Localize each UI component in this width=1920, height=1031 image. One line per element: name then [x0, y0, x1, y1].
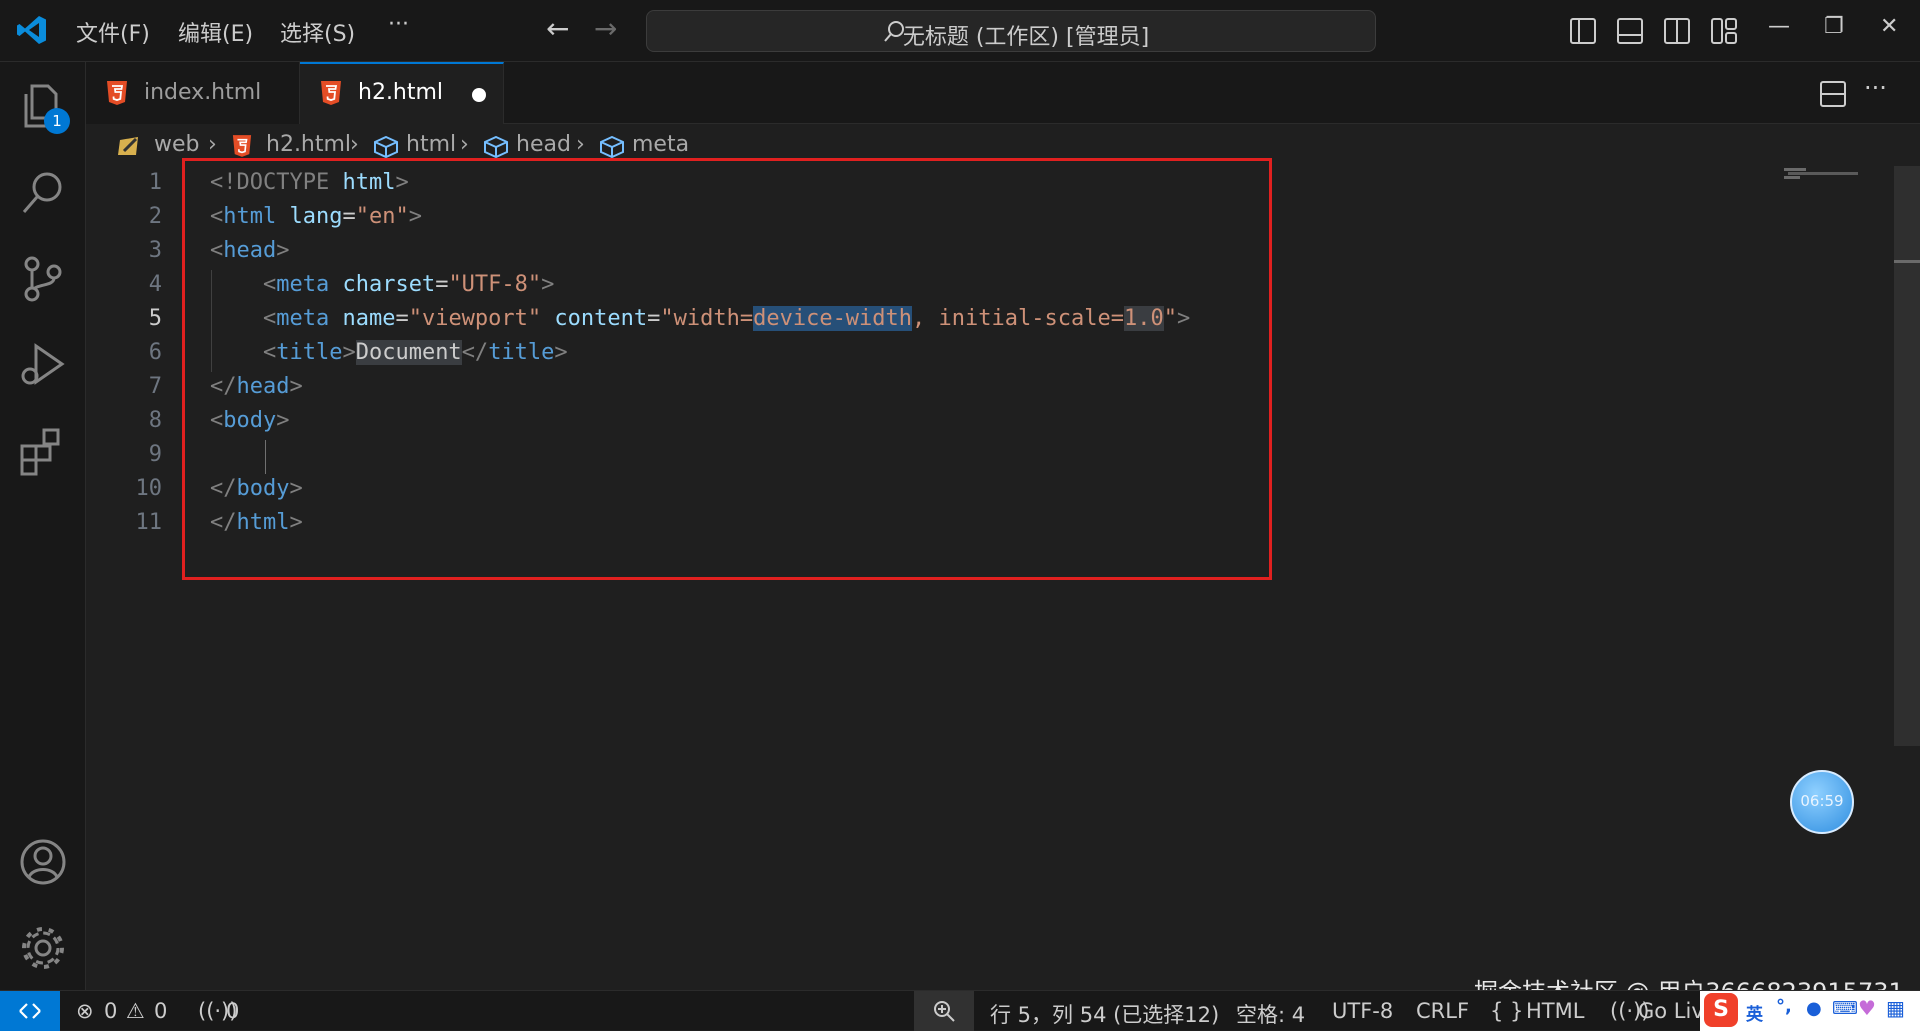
cursor-position[interactable]: 行 5，列 54 (已选择12) — [990, 999, 1219, 1029]
back-arrow-icon[interactable]: ← — [546, 12, 569, 45]
vertical-scrollbar[interactable] — [1894, 166, 1920, 746]
line-number: 4 — [148, 272, 162, 297]
source-control-icon[interactable] — [18, 254, 68, 304]
menu-selection[interactable]: 选择(S) — [280, 16, 355, 48]
extensions-icon[interactable] — [18, 426, 68, 476]
line-number-active: 5 — [148, 306, 162, 331]
sogou-icon: S — [1704, 993, 1738, 1027]
chevron-right-icon: › — [576, 132, 585, 157]
minimize-button[interactable]: — — [1768, 14, 1790, 39]
toggle-panel-icon[interactable] — [1617, 18, 1643, 44]
menu-edit[interactable]: 编辑(E) — [178, 16, 253, 48]
line-number: 7 — [148, 374, 162, 399]
chevron-right-icon: › — [350, 132, 359, 157]
tab-label: h2.html — [358, 80, 444, 105]
html5-icon — [232, 135, 252, 157]
forward-arrow-icon[interactable]: → — [594, 12, 617, 45]
restore-button[interactable]: ❐ — [1824, 14, 1844, 39]
error-icon[interactable]: ⊗ — [76, 999, 94, 1023]
ime-mode[interactable]: 英 — [1746, 1000, 1763, 1025]
warning-icon[interactable]: ⚠ — [126, 999, 145, 1023]
tab-index-html[interactable]: index.html — [86, 62, 300, 124]
close-button[interactable]: ✕ — [1880, 14, 1898, 39]
search-label: 无标题 (工作区) [管理员] — [902, 25, 1150, 50]
line-number: 3 — [148, 238, 162, 263]
timer-label: 06:59 — [1800, 792, 1844, 810]
title-bar: 文件(F) 编辑(E) 选择(S) ··· ← → 无标题 (工作区) [管理员… — [0, 0, 1920, 62]
annotation-red-box — [182, 158, 1272, 580]
line-number: 11 — [135, 510, 163, 535]
encoding[interactable]: UTF-8 — [1332, 999, 1393, 1023]
skin-icon[interactable]: ♥ — [1858, 996, 1876, 1020]
chevron-right-icon: › — [460, 132, 469, 157]
toolbox-icon[interactable]: ▦ — [1886, 996, 1905, 1020]
ports-count[interactable]: 0 — [226, 999, 239, 1023]
unsaved-dot-icon[interactable] — [472, 88, 486, 102]
line-ending[interactable]: CRLF — [1416, 999, 1469, 1023]
run-debug-icon[interactable] — [18, 340, 68, 390]
menu-more[interactable]: ··· — [388, 12, 409, 37]
html5-icon — [321, 81, 341, 105]
chevron-right-icon: › — [208, 132, 217, 157]
tab-label: index.html — [144, 80, 262, 105]
status-bar: ⊗ 0 ⚠ 0 ((·)) 0 行 5，列 54 (已选择12) 空格: 4 U… — [0, 990, 1920, 1031]
explorer-button[interactable]: 1 — [18, 82, 70, 134]
more-actions-icon[interactable]: ··· — [1864, 74, 1887, 102]
line-number: 1 — [148, 170, 162, 195]
breadcrumb-meta[interactable]: meta — [632, 132, 689, 157]
breadcrumb-head[interactable]: head — [516, 132, 571, 157]
zoom-icon — [934, 1001, 955, 1022]
language-mode[interactable]: HTML — [1526, 999, 1584, 1023]
html5-icon — [107, 81, 127, 105]
indentation[interactable]: 空格: 4 — [1236, 999, 1305, 1029]
punctuation-icon[interactable]: °, — [1776, 996, 1792, 1017]
tab-bar: index.html h2.html ··· — [86, 62, 1920, 124]
symbol-cube-icon — [600, 136, 624, 158]
symbol-cube-icon — [484, 136, 508, 158]
error-count[interactable]: 0 — [104, 999, 117, 1023]
breadcrumb-html[interactable]: html — [406, 132, 456, 157]
toggle-secondary-sidebar-icon[interactable] — [1664, 18, 1690, 44]
search-icon[interactable] — [18, 168, 68, 218]
command-center-search[interactable]: 无标题 (工作区) [管理员] — [646, 10, 1376, 52]
activity-bar: 1 — [0, 62, 86, 990]
vscode-logo-icon — [17, 16, 46, 44]
split-editor-icon[interactable] — [1820, 81, 1846, 107]
line-number: 10 — [135, 476, 163, 501]
line-number: 8 — [148, 408, 162, 433]
minimap[interactable] — [1784, 168, 1858, 180]
ime-toolbar[interactable]: S 英 °, ● ⌨ ♥ ▦ — [1700, 991, 1920, 1031]
toggle-primary-sidebar-icon[interactable] — [1570, 18, 1596, 44]
zoom-button[interactable] — [914, 991, 974, 1031]
line-number: 6 — [148, 340, 162, 365]
customize-layout-icon[interactable] — [1711, 18, 1737, 44]
folder-icon — [118, 137, 138, 155]
cursor-marker — [1894, 260, 1920, 263]
symbol-cube-icon — [374, 136, 398, 158]
keyboard-icon[interactable]: ⌨ — [1832, 998, 1858, 1019]
line-number: 2 — [148, 204, 162, 229]
explorer-badge: 1 — [44, 108, 70, 134]
menu-file[interactable]: 文件(F) — [76, 16, 150, 48]
remote-icon — [19, 1003, 41, 1019]
braces-icon[interactable]: { } — [1490, 999, 1523, 1023]
warning-count[interactable]: 0 — [154, 999, 167, 1023]
tab-h2-html[interactable]: h2.html — [300, 62, 504, 124]
breadcrumb-file[interactable]: h2.html — [266, 132, 351, 157]
floating-timer[interactable]: 06:59 — [1790, 770, 1854, 834]
accounts-icon[interactable] — [18, 837, 68, 887]
line-number: 9 — [148, 442, 162, 467]
remote-button[interactable] — [0, 991, 60, 1031]
breadcrumb-folder[interactable]: web — [154, 132, 200, 157]
microphone-icon[interactable]: ● — [1806, 998, 1822, 1019]
gear-icon[interactable] — [18, 923, 68, 973]
